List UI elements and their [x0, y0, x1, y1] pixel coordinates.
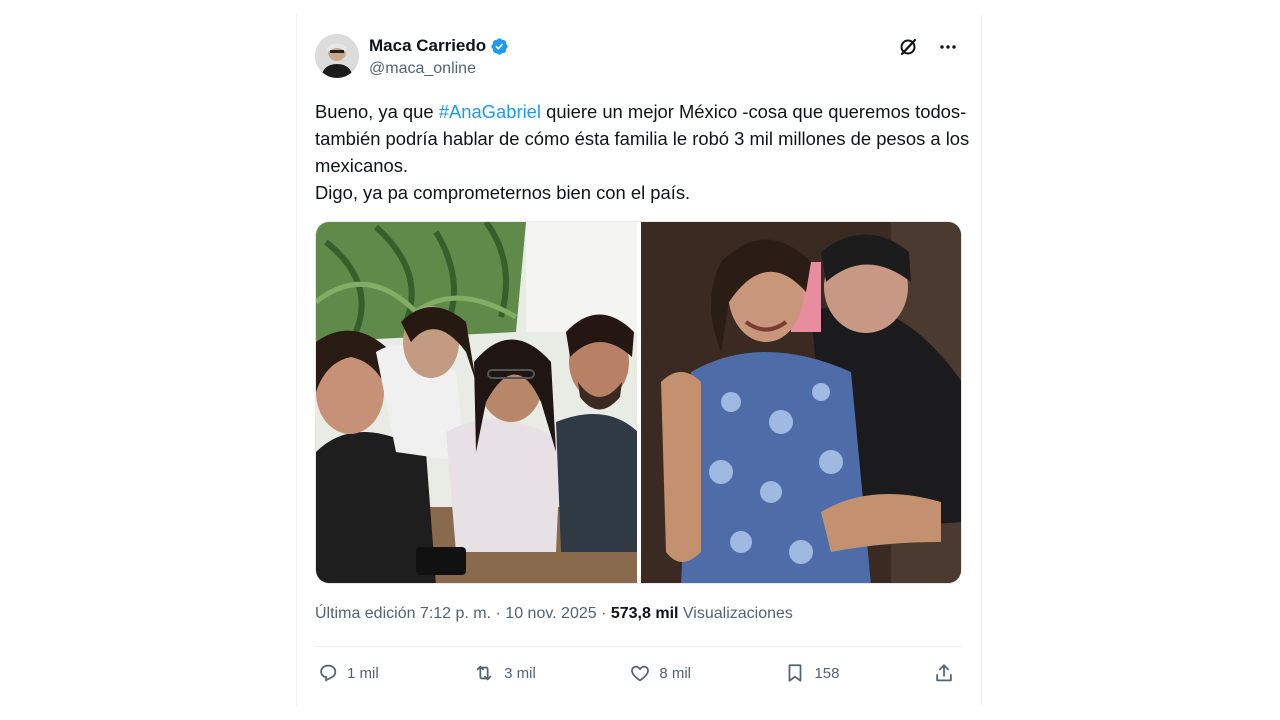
tweet-card[interactable]: Maca Carriedo @maca_online Bueno, ya que…	[296, 14, 982, 706]
retweet-icon	[472, 662, 496, 684]
avatar[interactable]	[315, 34, 359, 78]
media-grid	[315, 221, 962, 584]
tweet-text-line: Digo, ya pa comprometernos bien con el p…	[315, 182, 691, 203]
handle[interactable]: @maca_online	[369, 60, 476, 78]
like-count: 8 mil	[659, 664, 691, 682]
divider	[315, 646, 963, 647]
more-icon[interactable]	[937, 36, 959, 58]
reply-icon	[317, 662, 339, 684]
grok-icon[interactable]	[897, 36, 919, 58]
tweet-text: Bueno, ya que #AnaGabriel quiere un mejo…	[315, 98, 975, 206]
bookmark-icon	[784, 662, 806, 684]
display-name[interactable]: Maca Carriedo	[369, 36, 486, 56]
edited-timestamp[interactable]: Última edición 7:12 p. m. · 10 nov. 2025…	[315, 605, 611, 622]
verified-badge-icon	[490, 37, 509, 56]
heart-icon	[629, 662, 651, 684]
photo-two-women[interactable]	[641, 222, 961, 583]
bookmark-button[interactable]: 158	[784, 662, 840, 684]
retweet-count: 3 mil	[504, 664, 536, 682]
views-label: Visualizaciones	[678, 605, 793, 622]
share-icon	[933, 662, 955, 684]
tweet-text-part: Bueno, ya que	[315, 101, 439, 122]
photo-group[interactable]	[316, 222, 637, 583]
like-button[interactable]: 8 mil	[629, 662, 691, 684]
bookmark-count: 158	[814, 664, 840, 682]
reply-button[interactable]: 1 mil	[317, 662, 379, 684]
reply-count: 1 mil	[347, 664, 379, 682]
views-count: 573,8 mil	[610, 605, 679, 622]
tweet-meta: Última edición 7:12 p. m. · 10 nov. 2025…	[315, 605, 793, 623]
action-bar: 1 mil 3 mil 8 mil 158	[317, 660, 955, 686]
hashtag-link[interactable]: #AnaGabriel	[439, 101, 541, 122]
retweet-button[interactable]: 3 mil	[472, 662, 536, 684]
share-button[interactable]	[933, 662, 955, 684]
